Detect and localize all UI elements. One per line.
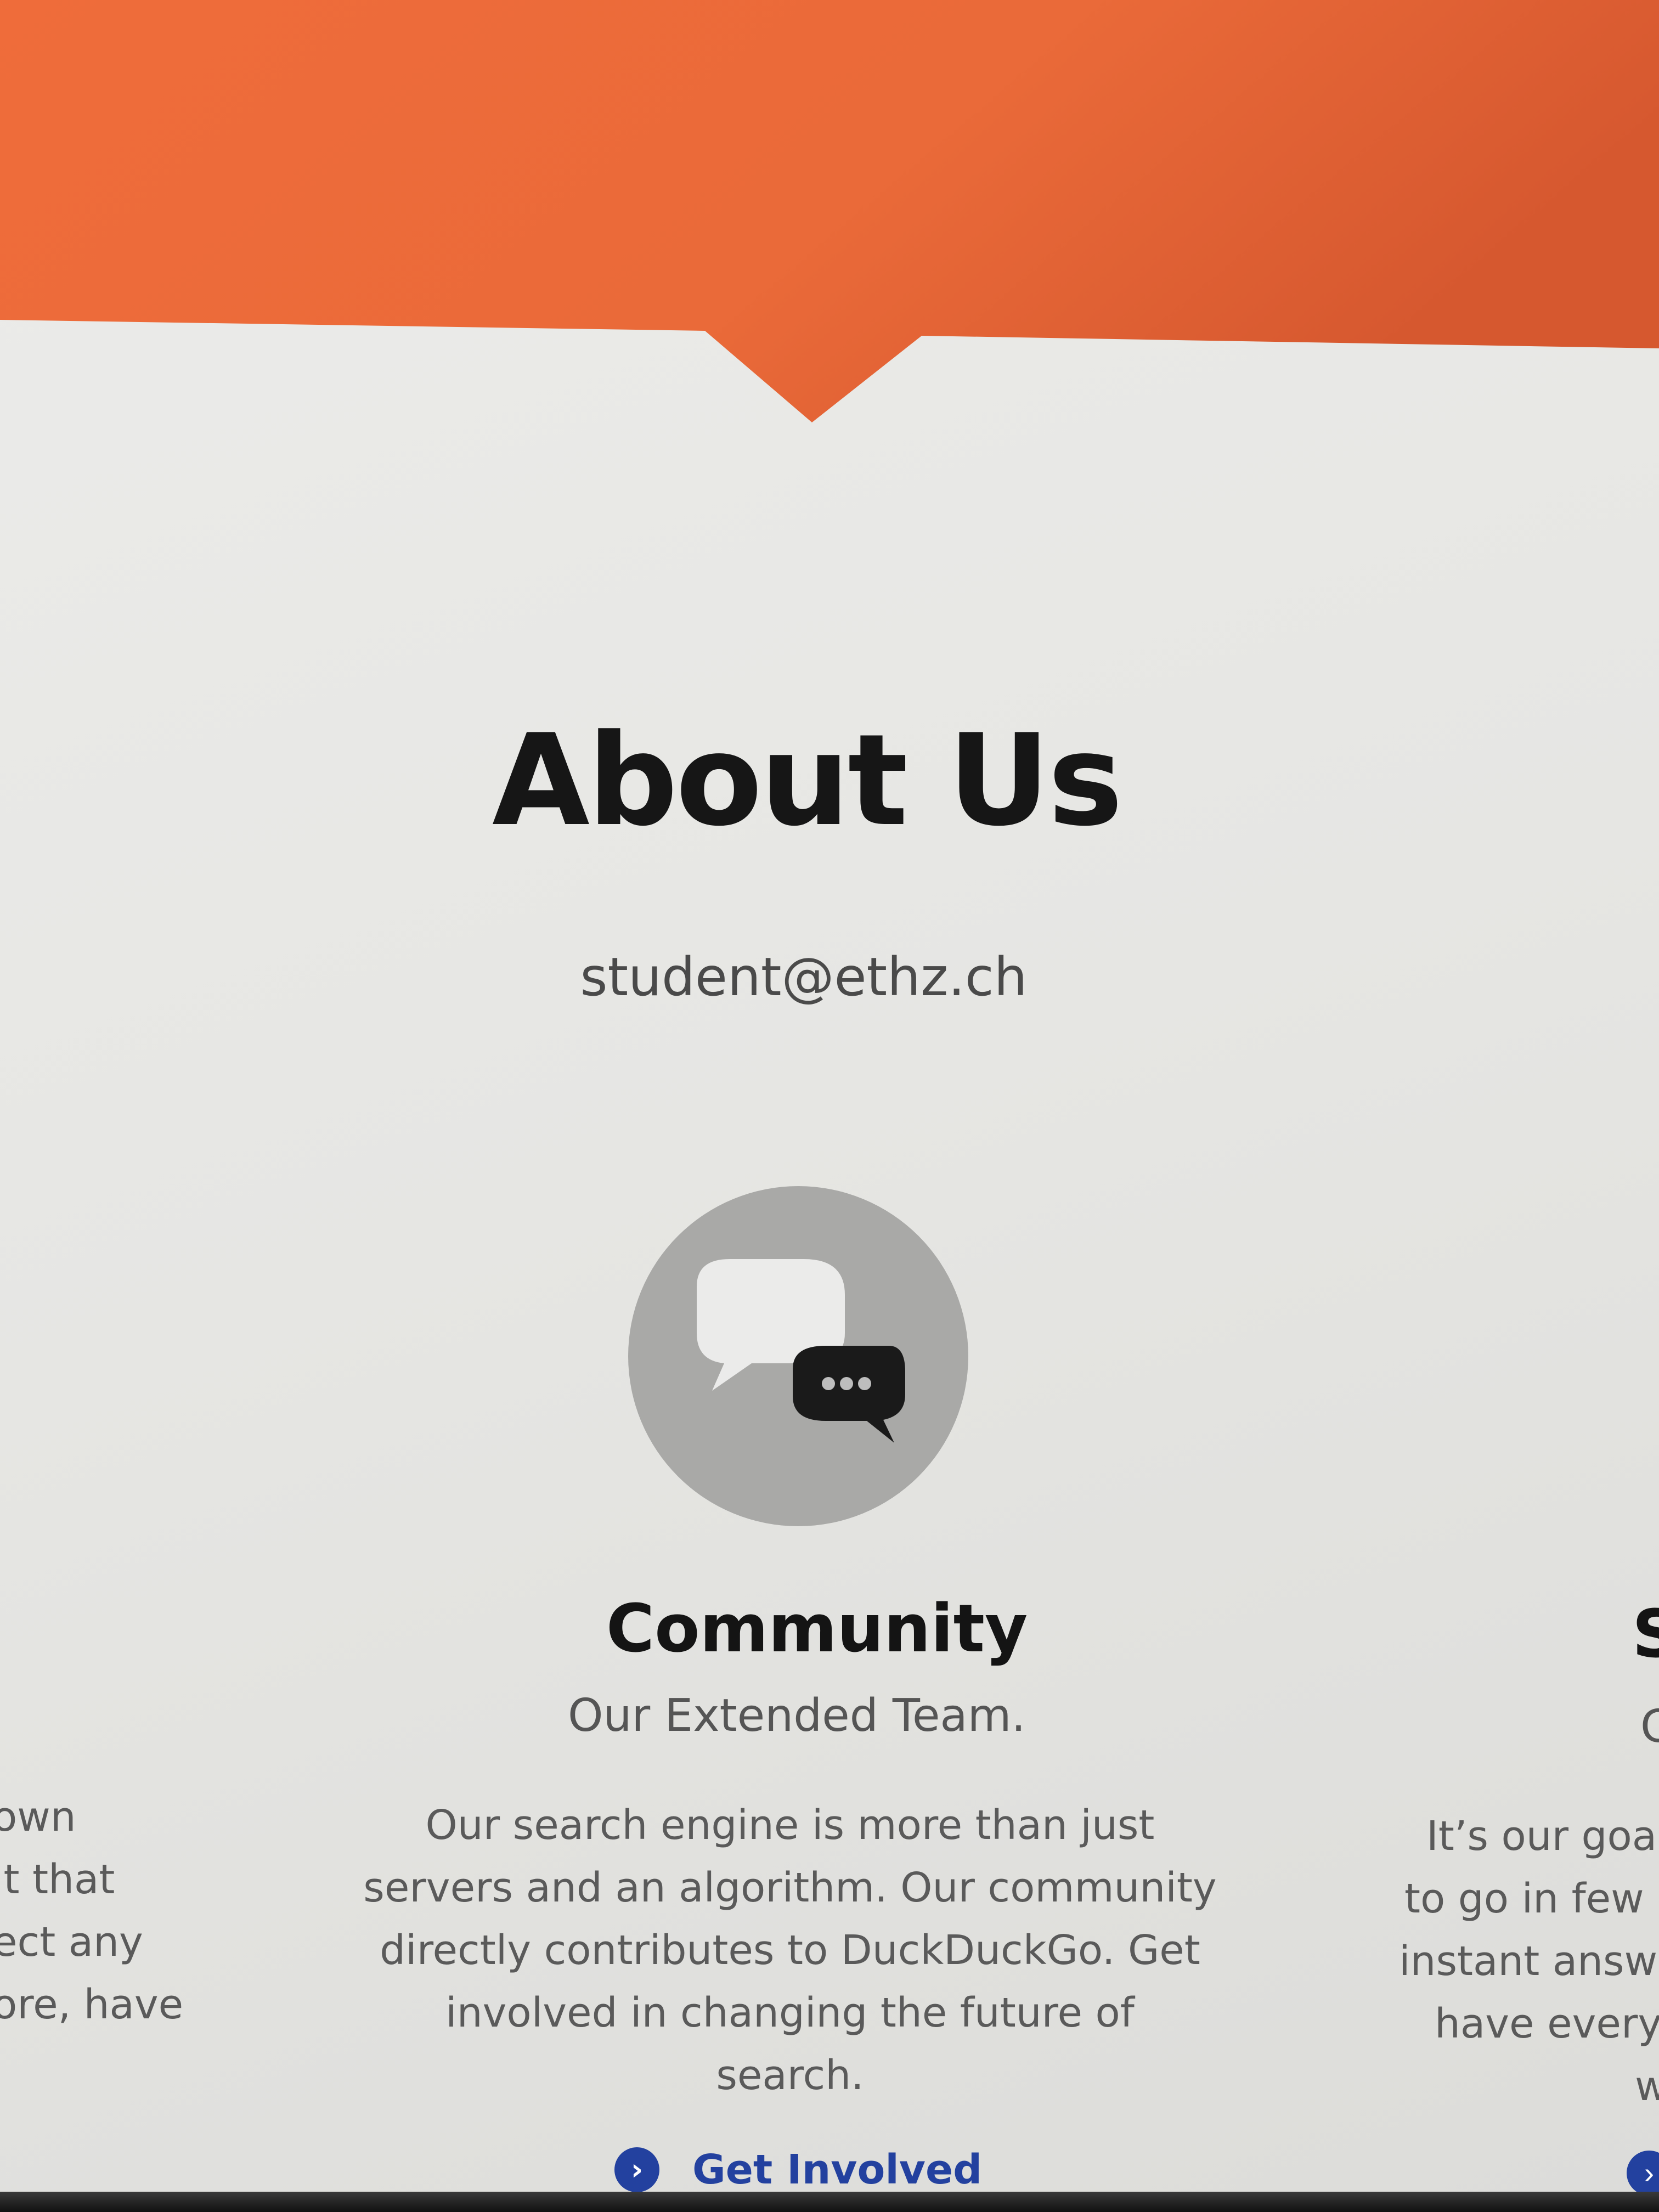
user-email: student@ethz.ch — [580, 946, 1028, 1008]
screen-bezel — [0, 2192, 1659, 2212]
left-column-line: ect any — [0, 1918, 143, 1966]
community-description-line: involved in changing the future of — [445, 1989, 1135, 2036]
right-column-line: It’s our goa — [1426, 1813, 1657, 1860]
community-description: Our search engine is more than just serv… — [307, 1794, 1273, 2107]
right-column-line: instant answ — [1399, 1938, 1658, 1985]
left-column-line: own — [0, 1793, 76, 1841]
chevron-right-circle-icon[interactable]: › — [1627, 2151, 1659, 2196]
about-page: About Us student@ethz.ch Community Our E… — [0, 0, 1659, 2212]
hero-banner — [0, 0, 1659, 428]
get-involved-label: Get Involved — [692, 2146, 983, 2193]
left-column-line: ore, have — [0, 1981, 184, 2028]
right-column-line: w — [1635, 2063, 1659, 2110]
right-column-subtitle-fragment: C — [1640, 1701, 1659, 1753]
right-column-title-fragment: S — [1632, 1596, 1659, 1673]
left-column-line: it that — [0, 1856, 115, 1903]
community-description-line: directly contributes to DuckDuckGo. Get — [380, 1927, 1200, 1974]
right-column-line: to go in few — [1404, 1875, 1644, 1922]
get-involved-link[interactable]: › Get Involved — [614, 2146, 982, 2193]
left-column-description-fragment: own it that ect any ore, have — [0, 1786, 223, 2036]
community-description-line: servers and an algorithm. Our community — [363, 1864, 1217, 1911]
chat-bubbles-icon — [614, 1185, 982, 1531]
community-description-line: search. — [716, 2052, 864, 2099]
right-column-line: have every — [1435, 2000, 1659, 2047]
chevron-right-circle-icon: › — [614, 2147, 659, 2192]
page-title: About Us — [492, 708, 1123, 854]
community-description-line: Our search engine is more than just — [425, 1802, 1155, 1849]
right-column-description-fragment: It’s our goa to go in few instant answ h… — [1393, 1805, 1659, 2118]
community-title: Community — [606, 1591, 1028, 1667]
community-subtitle: Our Extended Team. — [568, 1690, 1026, 1742]
